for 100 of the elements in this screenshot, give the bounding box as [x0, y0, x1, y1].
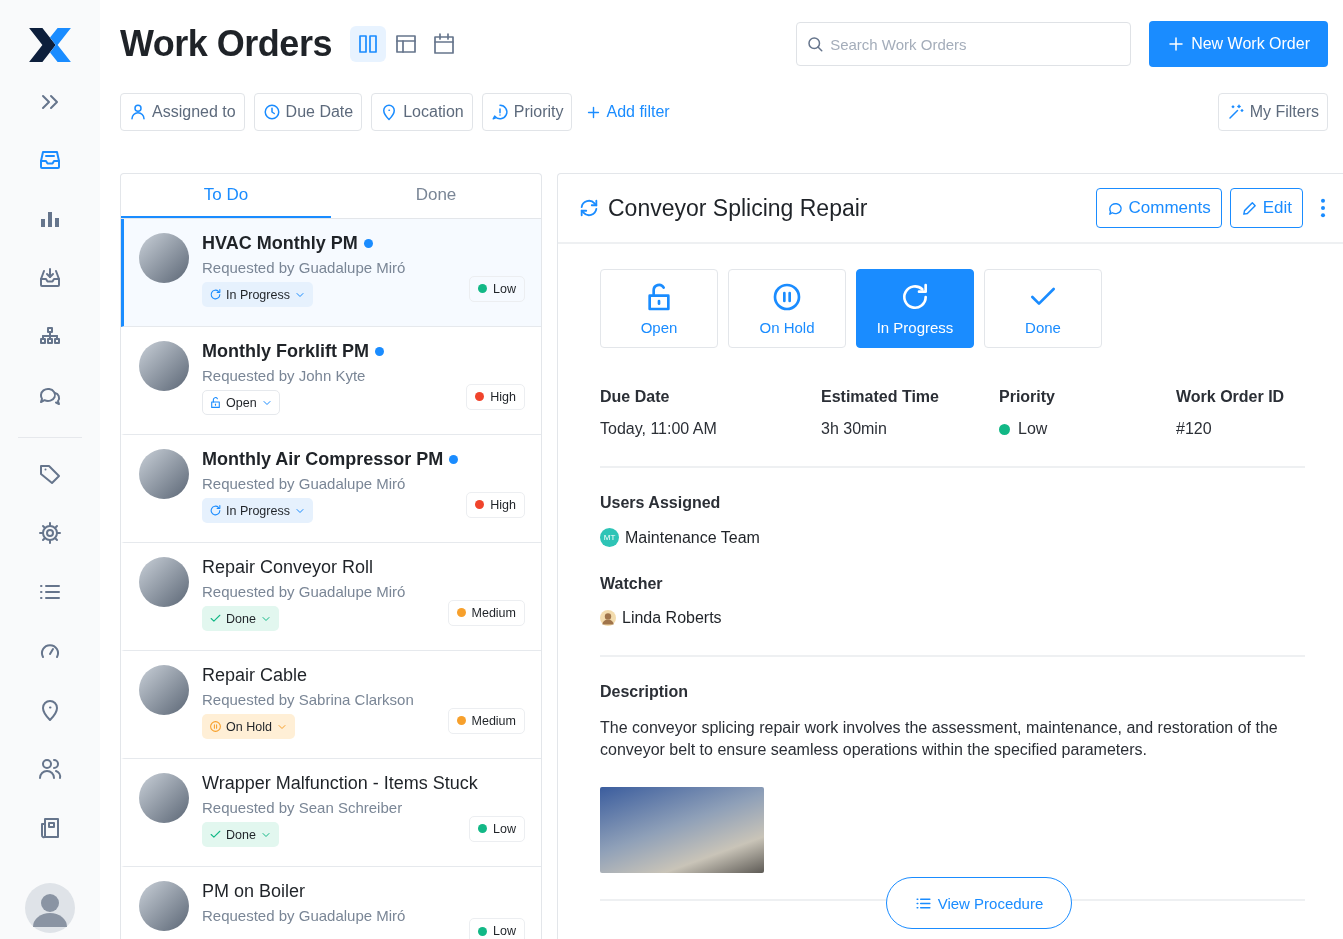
work-order-title: Monthly Forklift PM — [202, 341, 369, 362]
field-label: Estimated Time — [821, 388, 940, 406]
work-order-title: Repair Cable — [202, 665, 308, 686]
more-options-icon[interactable] — [1319, 197, 1327, 219]
checkmark-icon — [209, 612, 222, 625]
checkmark-icon — [209, 828, 222, 841]
watcher-name: Linda Roberts — [622, 609, 722, 627]
status-dropdown[interactable]: In Progress — [202, 282, 313, 307]
photo-placeholder — [139, 557, 189, 607]
priority-badge: High — [466, 491, 525, 518]
plus-icon — [1167, 35, 1186, 53]
work-order-title: Wrapper Malfunction - Items Stuck — [202, 773, 478, 794]
field-label: Work Order ID — [1176, 388, 1286, 406]
settings-icon[interactable] — [38, 521, 62, 545]
refresh-icon — [209, 504, 222, 517]
priority-badge: Low — [469, 918, 525, 939]
status-dropdown[interactable]: On Hold — [202, 714, 295, 739]
description-text: The conveyor splicing repair work involves the assessment, maintenance, and restoration of the conveyor belt to ensure seamless operations within the specified parameters. — [600, 718, 1279, 760]
photo-placeholder — [139, 881, 189, 931]
team-avatar: MT — [600, 528, 619, 547]
status-dropdown[interactable]: Done — [202, 606, 279, 631]
avatar-silhouette-icon[interactable] — [25, 883, 75, 933]
filter-button[interactable]: Location — [371, 93, 473, 131]
requester-text: Requested by Guadalupe Miró — [202, 475, 407, 492]
list-tab[interactable]: Done — [331, 174, 541, 218]
pencil-icon — [1240, 199, 1258, 217]
work-order-title: Repair Conveyor Roll — [202, 557, 374, 578]
work-order-row[interactable]: Repair Conveyor Roll Requested by Guadalupe Miró Done Medium — [121, 543, 541, 651]
photo-placeholder — [139, 341, 189, 391]
photo-placeholder — [139, 449, 189, 499]
filter-button[interactable]: Assigned to — [120, 93, 245, 131]
work-order-row[interactable]: Repair Cable Requested by Sabrina Clarkson On Hold Medium — [121, 651, 541, 759]
section-heading: Description — [600, 683, 689, 701]
work-order-row[interactable]: Monthly Air Compressor PM Requested by Guadalupe Miró In Progress High — [121, 435, 541, 543]
unlocked-padlock-icon — [209, 396, 222, 409]
filter-button[interactable]: Priority — [481, 93, 573, 131]
status-dropdown[interactable]: In Progress — [202, 498, 313, 523]
status-button[interactable]: In Progress — [856, 269, 974, 348]
work-order-row[interactable]: PM on Boiler Requested by Guadalupe Miró Low — [121, 867, 541, 939]
sync-icon — [578, 197, 600, 219]
my-filters-button[interactable]: My Filters — [1217, 93, 1328, 131]
pause-circle-icon — [771, 281, 803, 313]
requester-text: Requested by Guadalupe Miró — [202, 259, 407, 276]
magic-wand-icon — [1226, 103, 1245, 121]
work-order-title: HVAC Monthly PM — [202, 233, 358, 254]
field-value: 3h 30min — [821, 420, 887, 438]
alert-bubble-icon — [490, 103, 509, 121]
work-order-title: Monthly Air Compressor PM — [202, 449, 444, 470]
section-heading: Watcher — [600, 575, 664, 593]
field-label: Due Date — [600, 388, 671, 406]
team-name: Maintenance Team — [625, 528, 760, 547]
add-filter-link[interactable]: Add filter — [581, 103, 674, 121]
field-value: Low — [1018, 420, 1048, 438]
work-order-row[interactable]: Wrapper Malfunction - Items Stuck Requested by Sean Schreiber Done Low — [121, 759, 541, 867]
field-label: Priority — [999, 388, 1056, 406]
field-value: #120 — [1176, 420, 1212, 438]
book-icon[interactable] — [38, 816, 62, 840]
tag-icon[interactable] — [38, 462, 62, 486]
status-button[interactable]: Open — [600, 269, 718, 348]
section-heading: Users Assigned — [600, 494, 722, 512]
search-field[interactable]: Search Work Orders — [796, 22, 1132, 66]
refresh-icon — [209, 288, 222, 301]
logo-icon[interactable] — [27, 26, 73, 64]
work-order-row[interactable]: HVAC Monthly PM Requested by Guadalupe Miró In Progress Low — [121, 219, 541, 327]
clock-icon — [262, 103, 281, 121]
columns-view-toggle[interactable] — [349, 26, 386, 62]
table-view-icon — [393, 32, 418, 56]
page-title: Work Orders — [120, 23, 332, 65]
inbox-icon[interactable] — [38, 148, 62, 172]
priority-badge: Low — [469, 815, 525, 842]
status-button[interactable]: Done — [984, 269, 1102, 348]
photo-placeholder — [139, 233, 189, 283]
user-avatar-icon — [600, 609, 616, 627]
requester-text: Requested by Sean Schreiber — [202, 799, 404, 816]
comments-button[interactable]: Comments — [1095, 188, 1222, 228]
photo-placeholder — [139, 773, 189, 823]
view-procedure-button[interactable]: View Procedure — [886, 877, 1072, 929]
priority-badge: High — [466, 383, 525, 410]
calendar-icon — [431, 32, 456, 56]
work-order-title: PM on Boiler — [202, 881, 306, 902]
work-order-row[interactable]: Monthly Forklift PM Requested by John Kyte Open High — [121, 327, 541, 435]
person-icon — [129, 103, 147, 121]
status-dropdown[interactable]: Done — [202, 822, 279, 847]
users-icon[interactable] — [38, 757, 62, 781]
priority-badge: Medium — [447, 599, 525, 626]
photo-placeholder — [139, 665, 189, 715]
priority-badge: Medium — [447, 707, 525, 734]
status-dropdown[interactable]: Open — [202, 390, 280, 415]
edit-button[interactable]: Edit — [1229, 188, 1303, 228]
filter-button[interactable]: Due Date — [253, 93, 363, 131]
requester-text: Requested by John Kyte — [202, 367, 367, 384]
requester-text: Requested by Guadalupe Miró — [202, 907, 407, 924]
status-button[interactable]: On Hold — [728, 269, 846, 348]
requester-text: Requested by Sabrina Clarkson — [202, 691, 415, 708]
new-work-order-button[interactable]: New Work Order — [1149, 21, 1328, 67]
requester-text: Requested by Guadalupe Miró — [202, 583, 407, 600]
field-value: Today, 11:00 AM — [600, 420, 717, 438]
priority-badge: Low — [469, 275, 525, 302]
work-order-title: Conveyor Splicing Repair — [608, 194, 868, 222]
download-tray-icon[interactable] — [38, 266, 62, 290]
